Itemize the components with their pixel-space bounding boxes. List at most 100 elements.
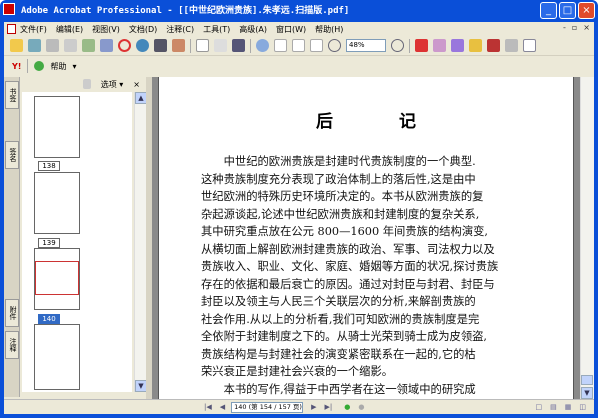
text-line: 本书的写作,得益于中西学者在这一领域中的研究成 [201, 382, 476, 396]
text-line: 封臣以及领主与人民三个关联层次的分析,来解剖贵族的 [201, 295, 476, 308]
help-button[interactable]: 帮助 [50, 61, 66, 72]
stamp-icon[interactable] [118, 39, 131, 52]
minimize-button[interactable]: _ [540, 2, 557, 19]
zoom-tool-icon[interactable] [256, 39, 269, 52]
create-pdf-icon[interactable] [82, 39, 95, 52]
text-line: 贵族收入、职业、文化、家庭、婚姻等方面的状况,探讨贵族 [201, 260, 499, 273]
trash-icon[interactable] [82, 79, 91, 89]
scroll-thumb[interactable] [581, 375, 593, 385]
scroll-down-button[interactable]: ▼ [581, 387, 593, 399]
main-toolbar: 48% [4, 36, 594, 56]
visible-area-box[interactable] [35, 261, 79, 295]
review-icon[interactable] [433, 39, 446, 52]
thumbnail-139[interactable] [34, 172, 80, 234]
continuous-facing-icon[interactable]: ▦ [565, 403, 572, 411]
menu-tools[interactable]: 工具(T) [203, 24, 230, 35]
menu-advanced[interactable]: 高级(A) [239, 24, 267, 35]
next-page-button[interactable]: ▶ [311, 403, 316, 411]
menu-help[interactable]: 帮助(H) [315, 24, 343, 35]
document-scrollbar[interactable]: ▼ [580, 77, 594, 399]
continuous-icon[interactable]: ▤ [550, 403, 557, 411]
help-icon [34, 61, 45, 71]
attach-icon[interactable] [100, 39, 113, 52]
tab-attachments[interactable]: 附件 [5, 299, 19, 327]
fit-page-icon[interactable] [292, 39, 305, 52]
app-window: Adobe Acrobat Professional - [[中世纪欧洲贵族].… [0, 0, 598, 418]
text-line: 世纪欧洲的特殊历史环境所决定的。本书从欧洲贵族的复 [201, 190, 484, 203]
go-forward-button[interactable]: ● [358, 403, 364, 411]
menu-file[interactable]: 文件(F) [20, 24, 47, 35]
menu-bar: 文件(F) 编辑(E) 视图(V) 文档(D) 注释(C) 工具(T) 高级(A… [4, 22, 594, 36]
menu-edit[interactable]: 编辑(E) [56, 24, 83, 35]
thumbnail-label[interactable]: 138 [38, 161, 60, 171]
print-icon[interactable] [64, 39, 77, 52]
previous-page-button[interactable]: ◀ [220, 403, 225, 411]
forms-icon[interactable] [505, 39, 518, 52]
actual-size-icon[interactable] [274, 39, 287, 52]
hand-tool-icon[interactable] [196, 39, 209, 52]
page-body: 中世纪的欧洲贵族是封建时代贵族制度的一个典型. 这种贵族制度充分表现了政治体制上… [201, 153, 501, 398]
thumbnail-label[interactable]: 140 [38, 314, 60, 324]
pdf-page: 后 记 中世纪的欧洲贵族是封建时代贵族制度的一个典型. 这种贵族制度充分表现了政… [158, 77, 574, 399]
menu-view[interactable]: 视图(V) [92, 24, 120, 35]
export-icon[interactable] [523, 39, 536, 52]
organizer-icon[interactable] [28, 39, 41, 52]
options-label: 选项 [100, 79, 117, 89]
select-text-icon[interactable] [214, 39, 227, 52]
single-page-icon[interactable]: □ [536, 403, 543, 411]
first-page-button[interactable]: |◀ [204, 403, 212, 411]
tab-bookmarks[interactable]: 书签 [5, 81, 19, 109]
thumbnail-141[interactable] [34, 324, 80, 390]
thumbnail-label[interactable]: 139 [38, 238, 60, 248]
secondary-toolbar: Y! 帮助 ▾ [4, 56, 594, 76]
image-icon[interactable] [172, 39, 185, 52]
go-back-button[interactable]: ● [344, 403, 350, 411]
doc-minimize-button[interactable]: - [563, 23, 566, 32]
zoom-out-icon[interactable] [328, 39, 341, 52]
doc-close-button[interactable]: × [583, 23, 590, 32]
navigation-panel: 书签 签名 附件 注释 选项 ▾ × 138 139 140 ▲ ▼ [4, 77, 147, 397]
page-number-input[interactable]: 140 (第 154 / 157 页) [231, 401, 304, 413]
options-menu[interactable]: 选项 ▾ [101, 79, 124, 90]
menu-comments[interactable]: 注释(C) [166, 24, 194, 35]
find-icon[interactable] [154, 39, 167, 52]
panel-close-button[interactable]: × [133, 80, 140, 89]
thumbnail-138[interactable] [34, 96, 80, 158]
window-title: Adobe Acrobat Professional - [[中世纪欧洲贵族].… [21, 6, 350, 16]
save-icon[interactable] [46, 39, 59, 52]
menu-window[interactable]: 窗口(W) [276, 24, 306, 35]
status-bar: |◀ ◀ 140 (第 154 / 157 页) ▶ ▶| ● ● □ ▤ ▦ … [4, 399, 594, 414]
doc-restore-button[interactable]: ▫ [572, 23, 577, 32]
menu-document[interactable]: 文档(D) [129, 24, 157, 35]
thumbnail-scrollbar[interactable]: ▲ ▼ [134, 92, 147, 392]
page-heading: 后 记 [316, 112, 446, 132]
tab-signatures[interactable]: 签名 [5, 141, 19, 169]
yahoo-icon[interactable]: Y! [12, 62, 21, 71]
text-line: 其中研究重点放在公元 800—1600 年间贵族的结构演变, [201, 225, 489, 238]
maximize-button[interactable]: □ [559, 2, 576, 19]
fit-width-icon[interactable] [310, 39, 323, 52]
snapshot-icon[interactable] [232, 39, 245, 52]
secure-lock-icon[interactable] [469, 39, 482, 52]
sign-icon[interactable] [451, 39, 464, 52]
zoom-in-icon[interactable] [391, 39, 404, 52]
close-button[interactable]: × [578, 2, 595, 19]
text-line: 从横切面上解剖欧洲封建贵族的政治、军事、司法权力以及 [201, 242, 495, 256]
text-line: 杂起源谈起,论述中世纪欧洲贵族和封建制度的复杂关系, [201, 207, 480, 221]
tab-comments[interactable]: 注释 [5, 331, 19, 359]
open-icon[interactable] [10, 39, 23, 52]
pen-icon[interactable] [487, 39, 500, 52]
web-icon[interactable] [136, 39, 149, 52]
text-line: 贵族结构是与封建社会的演变紧密联系在一起的,它的枯 [201, 347, 476, 361]
text-line: 荣兴衰正是封建社会兴衰的一个缩影。 [201, 365, 394, 378]
thumbnail-140[interactable] [34, 248, 80, 310]
text-line: 全依附于封建制度之下的。从骑士光荣到骑士成为皮领盗, [201, 330, 488, 343]
create-pdf-from-icon[interactable] [415, 39, 428, 52]
zoom-input[interactable]: 48% [346, 39, 386, 52]
page-thumbnails: 138 139 140 [22, 92, 132, 392]
document-icon [7, 24, 16, 34]
last-page-button[interactable]: ▶| [325, 403, 333, 411]
facing-icon[interactable]: ◫ [579, 403, 586, 411]
text-line: 存在的依据和最后衰亡的原因。通过对封臣与封君、封臣与 [201, 277, 495, 291]
text-line: 这种贵族制度充分表现了政治体制上的落后性,这是由中 [201, 172, 476, 186]
